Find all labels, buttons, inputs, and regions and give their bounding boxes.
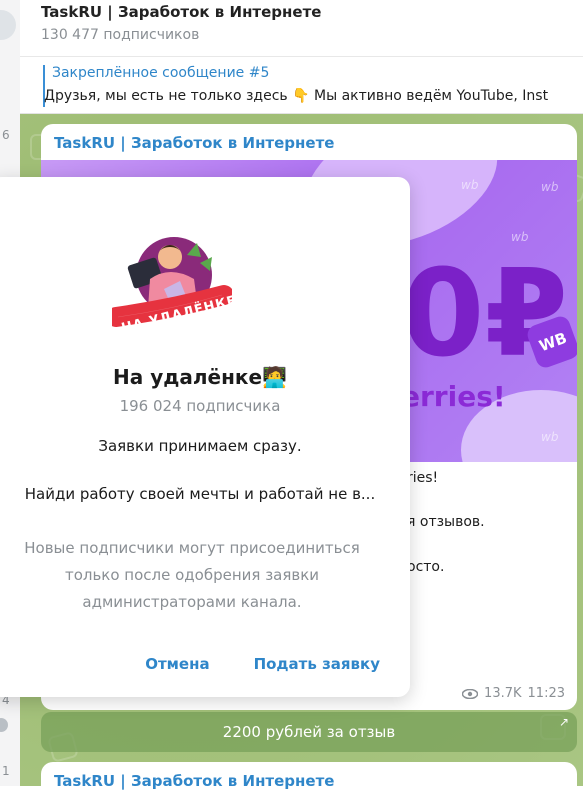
banner-watermark: wb [541, 430, 559, 444]
channel-name: На удалёнке🧑‍💻 [113, 365, 287, 389]
post-text-line: я отзывов. [407, 514, 485, 530]
external-link-icon: ↗ [558, 715, 569, 729]
subscriber-count: 130 477 подписчиков [41, 27, 200, 43]
chat-avatar[interactable] [0, 10, 16, 40]
banner-watermark: wb [461, 178, 479, 192]
inline-button-label: 2200 рублей за отзыв [222, 723, 396, 741]
post-meta: 13.7K 11:23 [462, 686, 565, 701]
chat-header[interactable]: TaskRU | Заработок в Интернете 130 477 п… [20, 0, 583, 57]
post-time: 11:23 [527, 686, 565, 701]
unread-count: 1 [2, 764, 10, 778]
post-channel-name[interactable]: TaskRU | Заработок в Интернете [54, 772, 334, 790]
channel-post[interactable]: TaskRU | Заработок в Интернете [41, 762, 577, 802]
post-channel-name[interactable]: TaskRU | Заработок в Интернете [54, 134, 334, 152]
banner-watermark: wb [541, 180, 559, 194]
inline-url-button[interactable]: 2200 рублей за отзыв ↗ [41, 712, 577, 752]
pinned-message[interactable]: Закреплённое сообщение #5 Друзья, мы ест… [20, 57, 583, 114]
chat-avatar[interactable] [0, 718, 8, 732]
approval-note: Новые подписчики могут присоединиться то… [24, 539, 360, 611]
pinned-title: Закреплённое сообщение #5 [52, 65, 270, 81]
request-to-join-button[interactable]: Подать заявку [254, 655, 380, 673]
post-text-line: осто. [407, 559, 445, 575]
channel-subscriber-count: 196 024 подписчика [119, 397, 281, 415]
channel-description-line: Найди работу своей мечты и работай не в.… [24, 485, 376, 503]
dialog-actions: Отмена Подать заявку [145, 655, 380, 673]
cancel-button[interactable]: Отмена [145, 655, 209, 673]
channel-description-line: Заявки принимаем сразу. [98, 437, 302, 455]
unread-count: 6 [2, 128, 10, 142]
post-text-line: ries! [407, 470, 439, 486]
banner-watermark: wb [511, 230, 529, 244]
views-count: 13.7K [484, 686, 522, 701]
channel-title: TaskRU | Заработок в Интернете [41, 3, 322, 21]
views-icon [462, 688, 479, 699]
banner-text: erries! [401, 380, 506, 413]
pinned-text: Друзья, мы есть не только здесь 👇 Мы акт… [44, 88, 549, 104]
join-request-dialog: НА УДАЛЁНКЕ На удалёнке🧑‍💻 196 024 подпи… [0, 177, 410, 697]
